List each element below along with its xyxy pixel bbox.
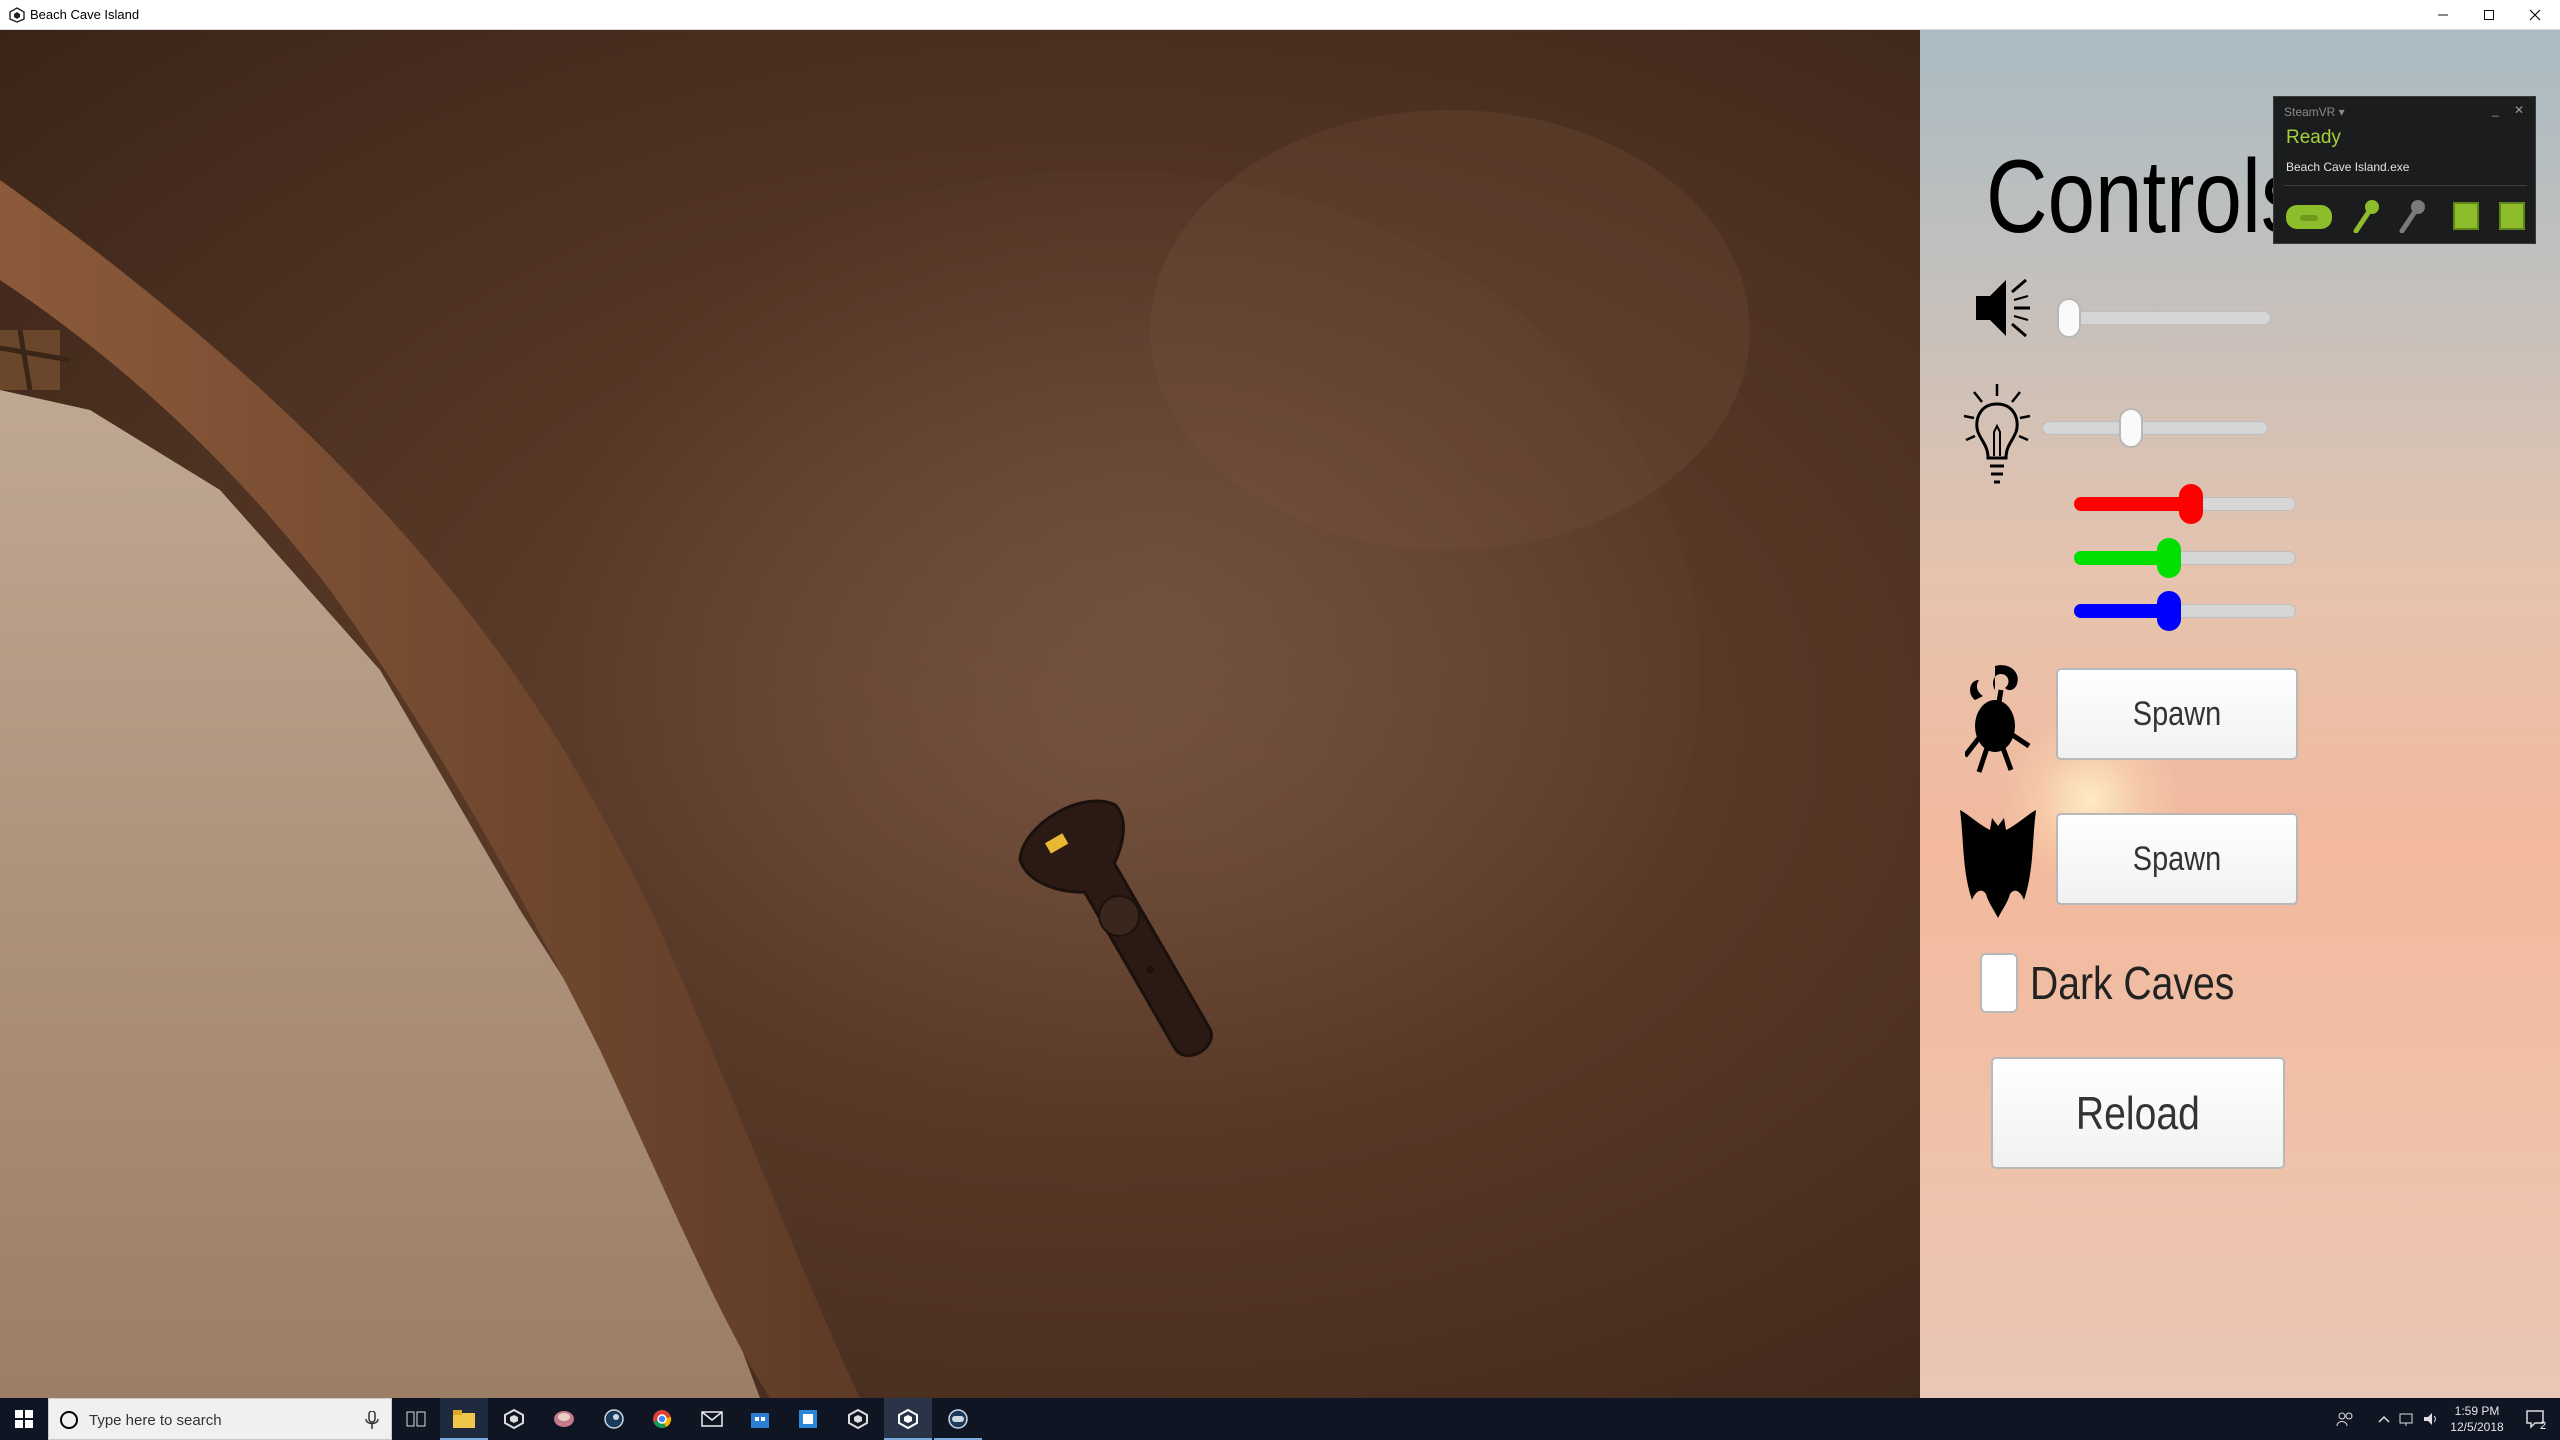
chevron-up-icon	[2378, 1415, 2390, 1423]
tray-network[interactable]	[2396, 1398, 2420, 1440]
start-button[interactable]	[0, 1398, 48, 1440]
green-slider[interactable]	[2074, 538, 2296, 578]
unity-icon	[504, 1409, 524, 1429]
taskbar-search-box[interactable]: Type here to search	[48, 1398, 392, 1440]
unity-app-icon	[9, 7, 25, 23]
game-viewport[interactable]	[0, 30, 1920, 1398]
mail-icon	[701, 1411, 723, 1427]
cortana-circle-icon	[60, 1411, 78, 1429]
volume-slider-track	[2057, 311, 2271, 325]
search-placeholder: Type here to search	[89, 1412, 222, 1429]
volume-icon	[2424, 1413, 2436, 1425]
dark-caves-label: Dark Caves	[2030, 957, 2235, 1009]
taskbar-chrome[interactable]	[638, 1398, 686, 1440]
tray-volume[interactable]	[2420, 1398, 2444, 1440]
controller-1-icon	[2353, 200, 2379, 233]
taskbar-beach-cave-island[interactable]	[884, 1398, 932, 1440]
taskbar-steamvr[interactable]	[934, 1398, 982, 1440]
panel-title: Controls	[1986, 139, 2304, 255]
volume-slider[interactable]	[2057, 298, 2271, 338]
network-icon	[2399, 1413, 2413, 1426]
spawn-bat-label: Spawn	[2132, 839, 2222, 878]
taskbar-app-3[interactable]	[540, 1398, 588, 1440]
notification-count: 2	[2540, 1420, 2547, 1432]
minimize-button[interactable]	[2420, 0, 2466, 30]
steamvr-device-icons	[2286, 200, 2525, 233]
clock-date: 12/5/2018	[2450, 1420, 2504, 1434]
base-station-2-icon	[2499, 202, 2525, 230]
dark-caves-checkbox[interactable]	[1980, 953, 2018, 1013]
microphone-icon[interactable]	[365, 1411, 379, 1429]
spawn-crab-button[interactable]: Spawn	[2056, 668, 2298, 760]
red-slider-thumb[interactable]	[2178, 484, 2203, 524]
maximize-icon	[2484, 10, 2494, 20]
game-app-icon	[554, 1411, 574, 1427]
taskbar-store[interactable]	[736, 1398, 784, 1440]
volume-slider-thumb[interactable]	[2057, 298, 2081, 338]
green-slider-thumb[interactable]	[2157, 538, 2182, 578]
steamvr-icon	[948, 1409, 968, 1429]
taskbar-app-9[interactable]	[784, 1398, 832, 1440]
blue-slider-fill	[2074, 604, 2168, 618]
blue-slider-thumb[interactable]	[2157, 591, 2182, 631]
people-icon	[2336, 1412, 2353, 1427]
tray-people[interactable]	[2330, 1398, 2360, 1440]
tray-clock[interactable]: 1:59 PM 12/5/2018	[2446, 1398, 2508, 1440]
task-view-button[interactable]	[392, 1398, 440, 1440]
lightbulb-icon	[1963, 384, 2031, 484]
window-titlebar: Beach Cave Island	[0, 0, 2560, 30]
speaker-icon	[1976, 278, 2030, 338]
red-slider-fill	[2074, 497, 2192, 511]
steamvr-separator	[2284, 185, 2527, 186]
steamvr-status: Ready	[2286, 127, 2341, 148]
minimize-icon	[2438, 14, 2448, 16]
window-title: Beach Cave Island	[30, 7, 140, 22]
steamvr-status-window[interactable]: SteamVR ▾ _ ✕ Ready Beach Cave Island.ex…	[2273, 96, 2536, 244]
spawn-crab-label: Spawn	[2132, 694, 2222, 733]
brightness-slider[interactable]	[2042, 408, 2268, 448]
unity-game-icon	[898, 1409, 918, 1429]
close-icon	[2529, 9, 2541, 21]
taskbar-unity-2[interactable]	[834, 1398, 882, 1440]
unity-icon-2	[848, 1409, 868, 1429]
clock-time: 1:59 PM	[2454, 1404, 2500, 1418]
steam-icon	[604, 1409, 624, 1429]
controller-2-icon	[2399, 200, 2425, 233]
cave-scene	[0, 110, 1750, 1398]
windows-logo-icon	[15, 1410, 33, 1428]
reload-label: Reload	[2076, 1087, 2200, 1139]
task-view-icon	[406, 1411, 426, 1427]
bat-icon	[1960, 810, 2036, 918]
action-center-button[interactable]: 2	[2516, 1398, 2556, 1440]
reload-button[interactable]: Reload	[1991, 1057, 2285, 1169]
steamvr-running-app: Beach Cave Island.exe	[2286, 160, 2410, 174]
green-slider-fill	[2074, 551, 2168, 565]
taskbar-steam[interactable]	[590, 1398, 638, 1440]
headset-icon	[2286, 205, 2332, 229]
steamvr-minimize-button[interactable]: _	[2492, 103, 2499, 117]
close-button[interactable]	[2512, 0, 2558, 30]
spawn-bat-button[interactable]: Spawn	[2056, 813, 2298, 905]
blue-slider[interactable]	[2074, 591, 2296, 631]
taskbar-unity[interactable]	[490, 1398, 538, 1440]
steamvr-close-button[interactable]: ✕	[2514, 103, 2524, 117]
tray-show-hidden[interactable]	[2372, 1398, 2396, 1440]
taskbar-mail[interactable]	[688, 1398, 736, 1440]
maximize-button[interactable]	[2466, 0, 2512, 30]
brightness-slider-track	[2042, 421, 2268, 435]
windows-taskbar: Type here to search 1:59 PM 12/5/2018 2	[0, 1398, 2560, 1440]
folder-icon	[453, 1410, 475, 1428]
store-icon	[751, 1413, 769, 1428]
blue-app-icon	[799, 1410, 817, 1428]
brightness-slider-thumb[interactable]	[2118, 408, 2143, 448]
red-slider[interactable]	[2074, 484, 2296, 524]
steamvr-menu[interactable]: SteamVR ▾	[2284, 105, 2345, 119]
chrome-icon	[653, 1410, 672, 1428]
crab-icon	[1965, 665, 2031, 773]
taskbar-file-explorer[interactable]	[440, 1398, 488, 1440]
base-station-1-icon	[2453, 202, 2479, 230]
